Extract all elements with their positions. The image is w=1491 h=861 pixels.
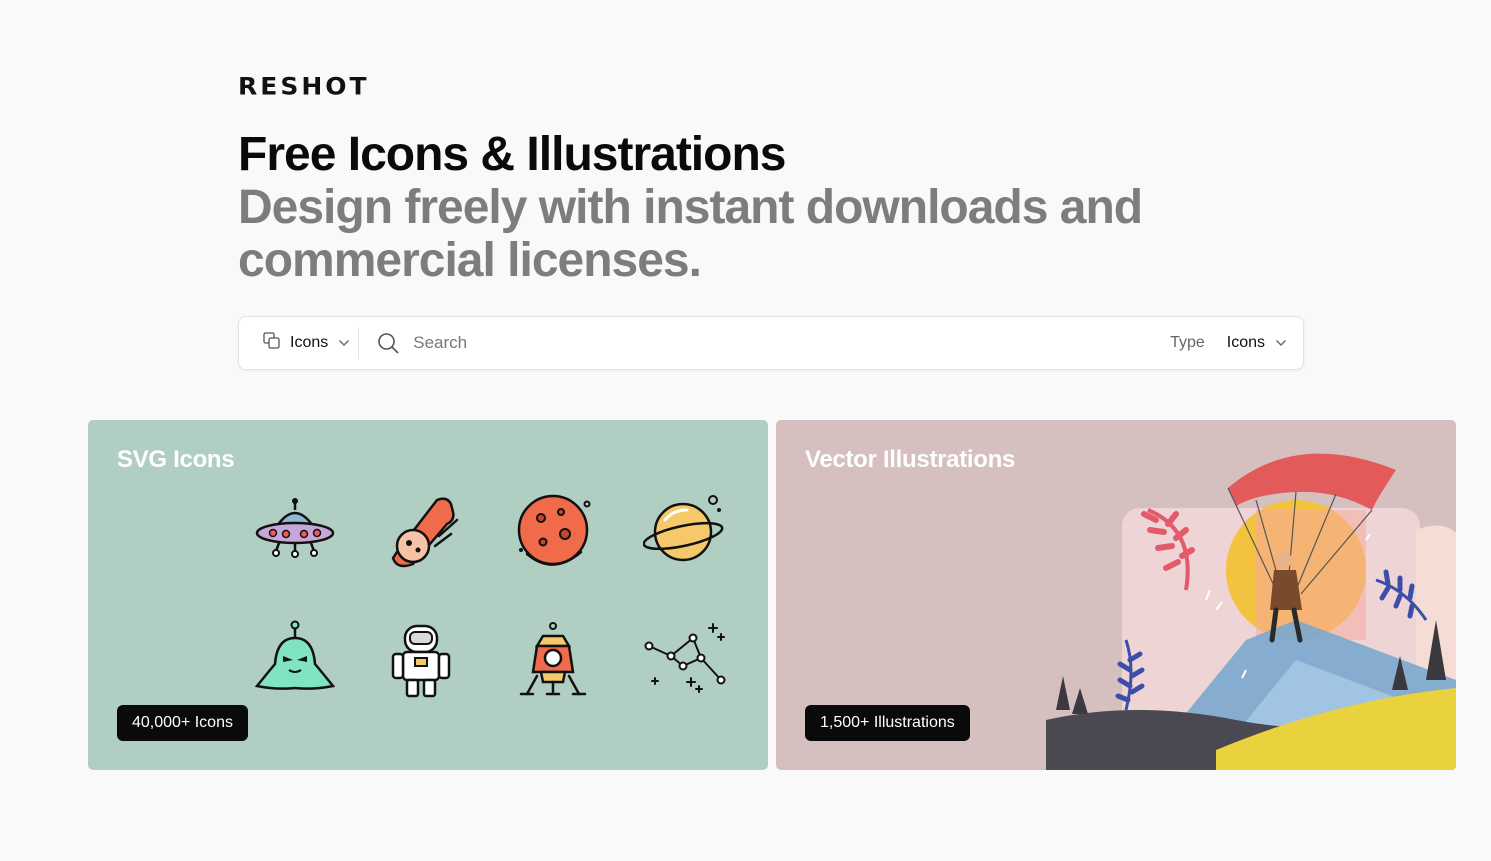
page-subtitle: Design freely with instant downloads and…	[238, 181, 1143, 287]
constellation-icon	[643, 620, 727, 704]
type-label: Type	[1170, 334, 1205, 351]
asset-type-label: Icons	[290, 334, 329, 351]
search-bar: Icons Type Icons	[238, 316, 1304, 370]
asset-type-dropdown[interactable]: Icons	[239, 317, 350, 369]
icons-count-badge: 40,000+ Icons	[117, 705, 248, 741]
ufo-icon	[253, 490, 337, 574]
search-icon	[377, 332, 399, 354]
type-value: Icons	[1226, 334, 1265, 351]
vector-illustrations-card-title: Vector Illustrations	[805, 446, 1016, 473]
svg-icons-card-title: SVG Icons	[117, 446, 235, 473]
astronaut-icon	[383, 620, 467, 704]
layers-icon	[263, 332, 280, 354]
chevron-down-icon	[1275, 334, 1287, 352]
svg-icons-card[interactable]: SVG Icons 40,000+ Icons	[88, 420, 768, 770]
saturn-icon	[642, 490, 727, 574]
type-dropdown[interactable]: Icons	[1227, 334, 1287, 352]
hero-headline: Free Icons & Illustrations Design freely…	[238, 128, 1238, 287]
reshot-logo[interactable]: RESHOT	[238, 73, 370, 101]
vector-illustrations-card[interactable]: Vector Illustrations 1,500+ Illustration…	[776, 420, 1456, 770]
lunar-lander-icon	[513, 620, 597, 704]
illustrations-count-badge: 1,500+ Illustrations	[805, 705, 970, 741]
chevron-down-icon	[338, 334, 350, 352]
search-divider	[358, 327, 360, 359]
alien-icon	[253, 620, 337, 704]
page-title: Free Icons & Illustrations	[238, 128, 786, 181]
meteor-icon	[383, 490, 467, 574]
search-input[interactable]	[411, 332, 1171, 354]
mars-icon	[513, 490, 597, 574]
